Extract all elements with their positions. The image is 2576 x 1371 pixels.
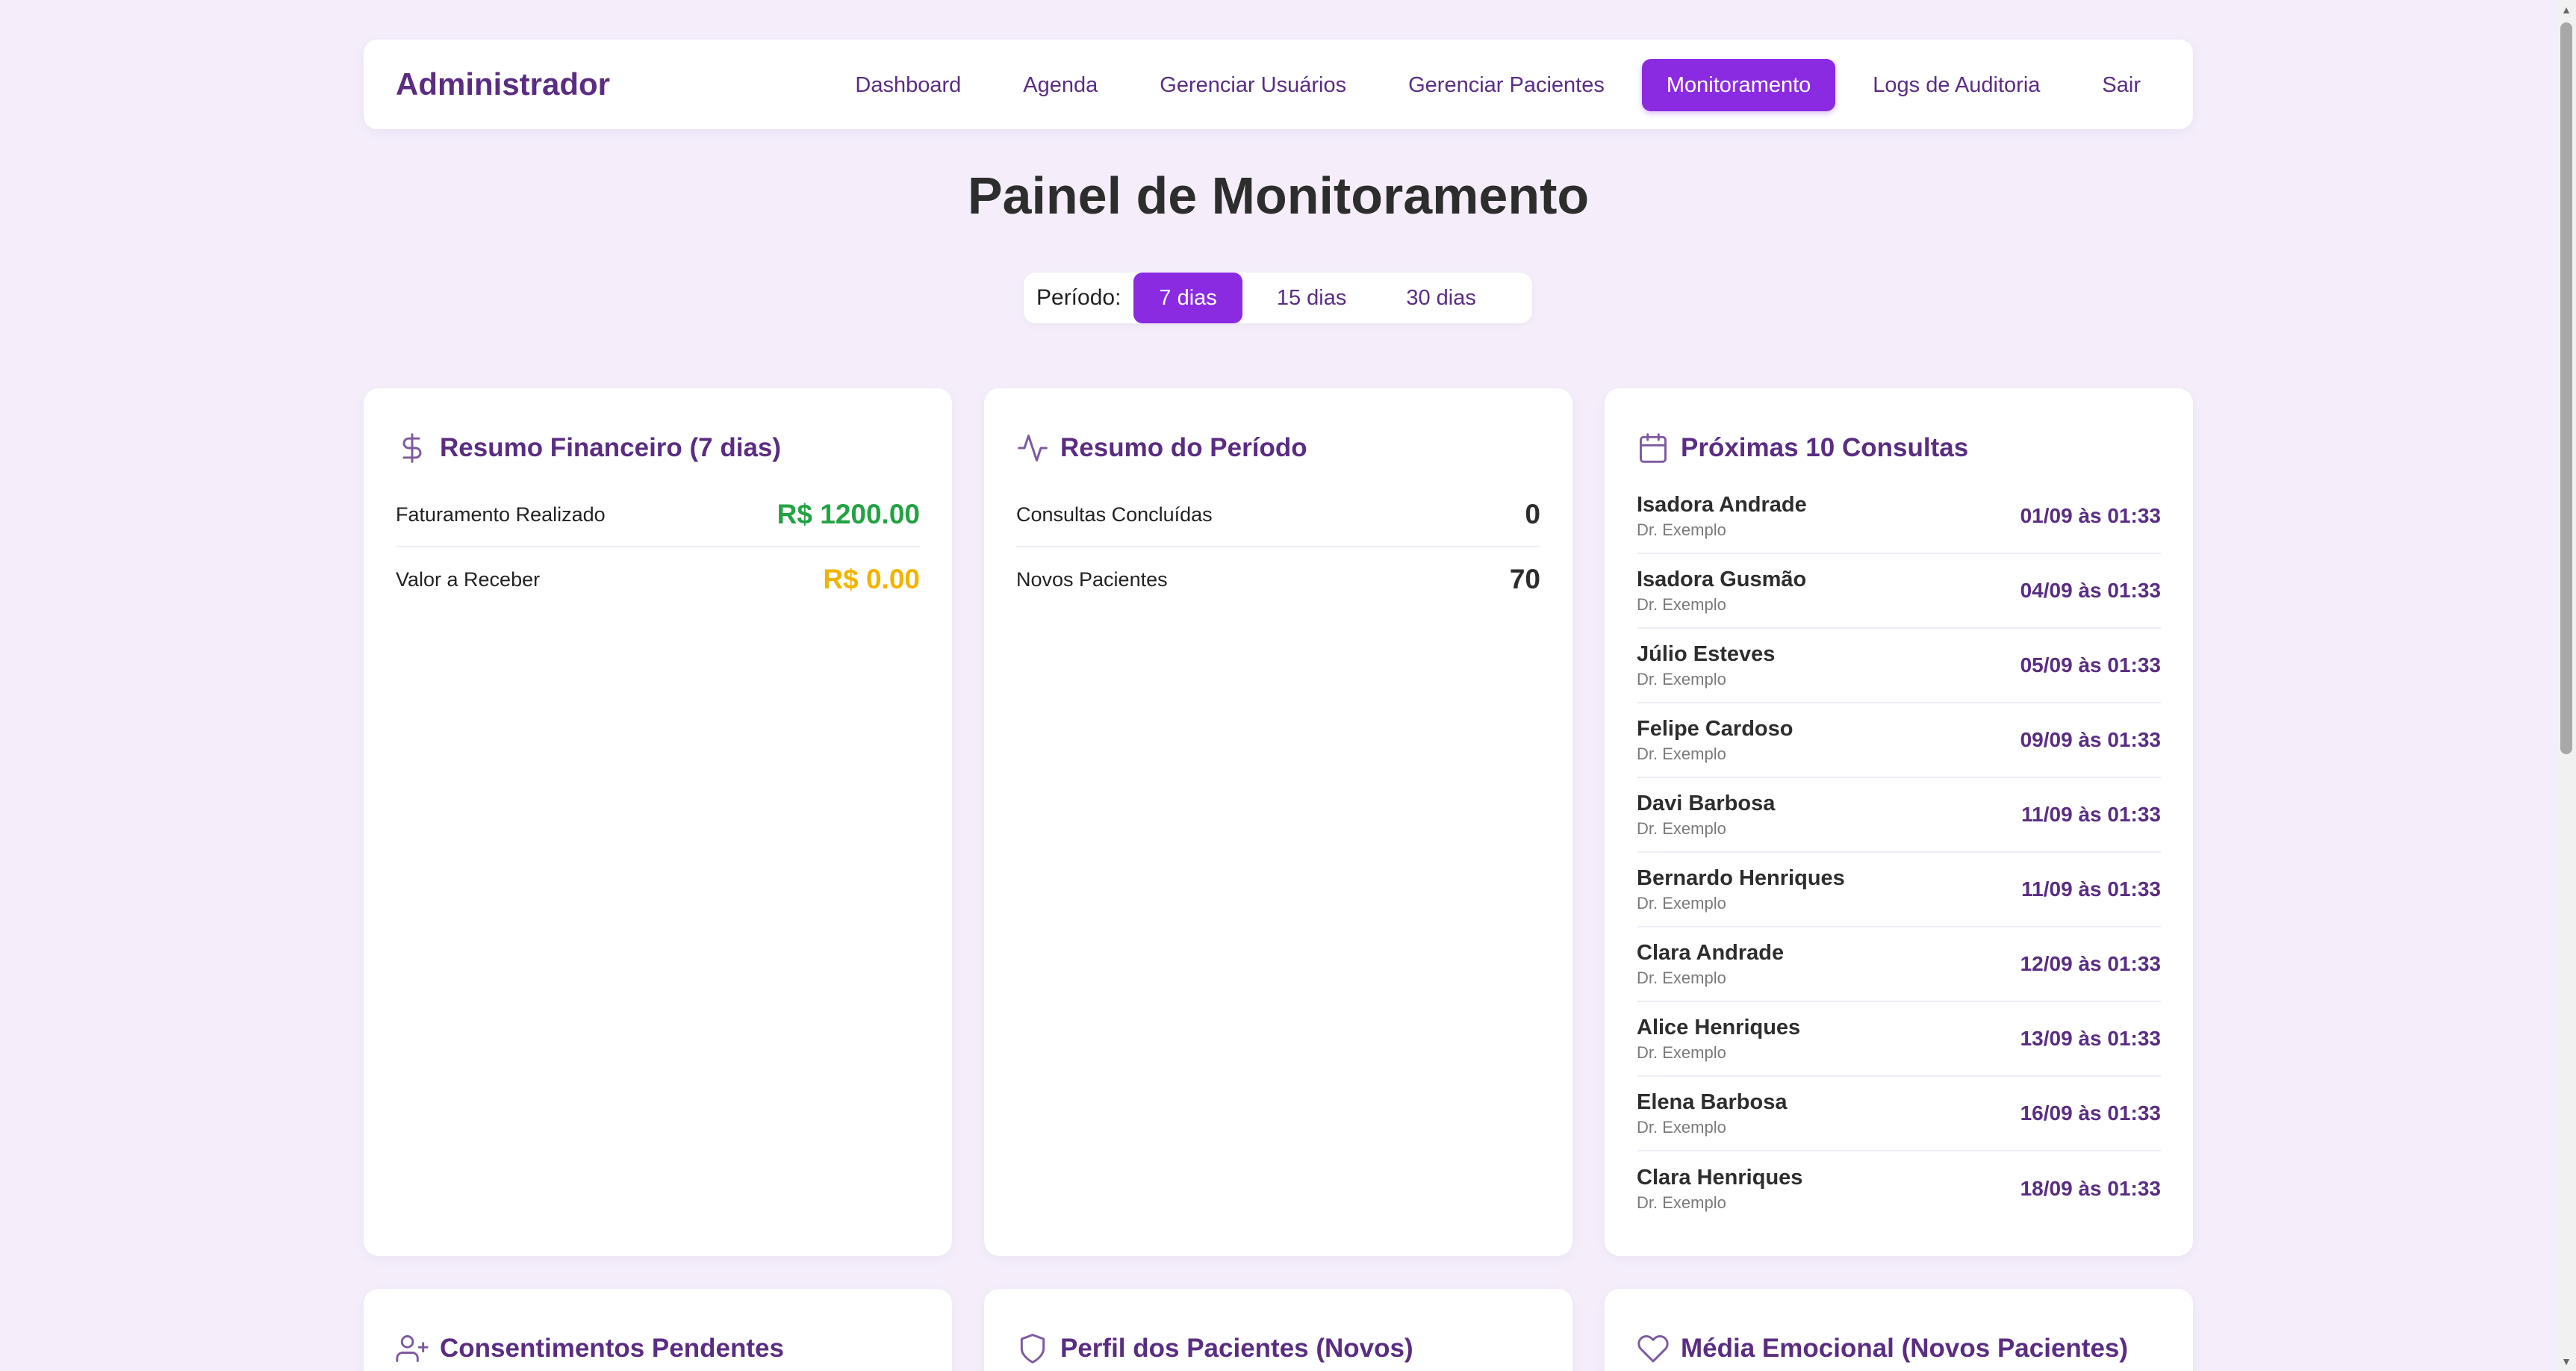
activity-icon	[1018, 435, 1048, 461]
emotional-average-card: Média Emocional (Novos Pacientes)	[1605, 1289, 2193, 1371]
appointment-row[interactable]: Isadora Andrade Dr. Exemplo 01/09 às 01:3…	[1637, 479, 2161, 554]
stat-label: Novos Pacientes	[1016, 568, 1168, 591]
scroll-down-arrow-icon[interactable]: ▼	[2557, 1352, 2576, 1371]
doctor-name: Dr. Exemplo	[1637, 818, 1726, 838]
nav-dashboard[interactable]: Dashboard	[830, 59, 986, 111]
card-title: Resumo do Período	[1060, 433, 1307, 462]
stat-list: Faturamento Realizado R$ 1200.00 Valor a…	[396, 483, 920, 612]
patient-name: Clara Andrade	[1637, 940, 1785, 965]
dollar-icon	[402, 433, 422, 463]
page-title: Painel de Monitoramento	[967, 167, 1590, 225]
doctor-name: Dr. Exemplo	[1637, 1042, 1726, 1062]
heart-icon	[1637, 1335, 1669, 1363]
stat-label: Consultas Concluídas	[1016, 503, 1213, 526]
pending-consents-card: Consentimentos Pendentes	[364, 1289, 952, 1371]
period-summary-card: Resumo do Período Consultas Concluídas 0…	[984, 388, 1572, 1256]
appointment-row[interactable]: Bernardo Henriques Dr. Exemplo 11/09 às 0…	[1637, 853, 2161, 927]
appointment-date: 11/09 às 01:33	[2021, 877, 2161, 901]
card-title: Média Emocional (Novos Pacientes)	[1681, 1334, 2129, 1363]
appointment-row[interactable]: Clara Andrade Dr. Exemplo 12/09 às 01:33	[1637, 927, 2161, 1002]
stat-label: Faturamento Realizado	[396, 503, 606, 526]
top-navbar: Administrador Dashboard Agenda Gerenciar…	[364, 40, 2193, 129]
stat-row: Faturamento Realizado R$ 1200.00	[396, 483, 920, 547]
appointment-row[interactable]: Felipe Cardoso Dr. Exemplo 09/09 às 01:33	[1637, 703, 2161, 778]
upcoming-appointments-card: Próximas 10 Consultas Isadora Andrade Dr.…	[1605, 388, 2193, 1256]
stat-label: Valor a Receber	[396, 568, 541, 591]
patient-name: Alice Henriques	[1637, 1015, 1801, 1039]
period-7-days-button[interactable]: 7 dias	[1133, 273, 1242, 323]
appointment-date: 18/09 às 01:33	[2020, 1177, 2161, 1200]
period-selector: Período: 7 dias 15 dias 30 dias	[1024, 273, 1532, 323]
appointment-date: 09/09 às 01:33	[2020, 728, 2161, 751]
doctor-name: Dr. Exemplo	[1637, 1193, 1726, 1212]
nav-gerenciar-pacientes[interactable]: Gerenciar Pacientes	[1384, 59, 1629, 111]
patient-name: Bernardo Henriques	[1637, 865, 1845, 890]
appointment-date: 05/09 às 01:33	[2020, 653, 2161, 677]
appointment-date: 13/09 às 01:33	[2020, 1027, 2161, 1050]
nav-gerenciar-usuarios[interactable]: Gerenciar Usuários	[1135, 59, 1371, 111]
appointment-row[interactable]: Davi Barbosa Dr. Exemplo 11/09 às 01:33	[1637, 778, 2161, 853]
appointment-row[interactable]: Clara Henriques Dr. Exemplo 18/09 às 01:3…	[1637, 1151, 2161, 1226]
doctor-name: Dr. Exemplo	[1637, 893, 1726, 913]
appointment-date: 16/09 às 01:33	[2020, 1101, 2161, 1125]
financial-summary-card: Resumo Financeiro (7 dias) Faturamento R…	[364, 388, 952, 1256]
scrollbar-thumb[interactable]	[2560, 22, 2572, 754]
nav-monitoramento[interactable]: Monitoramento	[1641, 59, 1836, 111]
card-header: Resumo do Período	[1016, 424, 1540, 472]
patient-name: Clara Henriques	[1637, 1165, 1803, 1190]
stat-row: Novos Pacientes 70	[1016, 547, 1540, 612]
card-title: Próximas 10 Consultas	[1681, 433, 1969, 462]
user-plus-icon	[396, 1335, 429, 1362]
vertical-scrollbar[interactable]: ▲ ▼	[2557, 0, 2576, 1371]
patient-name: Júlio Esteves	[1637, 641, 1776, 666]
period-15-days-button[interactable]: 15 dias	[1251, 273, 1372, 323]
shield-icon	[1020, 1334, 1045, 1364]
patient-name: Isadora Andrade	[1637, 492, 1807, 517]
doctor-name: Dr. Exemplo	[1637, 520, 1726, 539]
card-header: Próximas 10 Consultas	[1637, 424, 2161, 472]
card-header: Resumo Financeiro (7 dias)	[396, 424, 920, 472]
card-title: Resumo Financeiro (7 dias)	[440, 433, 782, 462]
patient-profile-card: Perfil dos Pacientes (Novos)	[984, 1289, 1572, 1371]
scroll-up-arrow-icon[interactable]: ▲	[2557, 0, 2576, 19]
card-title: Consentimentos Pendentes	[440, 1334, 784, 1363]
doctor-name: Dr. Exemplo	[1637, 594, 1726, 614]
stat-value: 0	[1525, 499, 1540, 529]
appointment-row[interactable]: Júlio Esteves Dr. Exemplo 05/09 às 01:33	[1637, 629, 2161, 703]
nav-logs-auditoria[interactable]: Logs de Auditoria	[1848, 59, 2065, 111]
brand-title: Administrador	[396, 66, 611, 102]
patient-name: Felipe Cardoso	[1637, 716, 1793, 741]
period-30-days-button[interactable]: 30 dias	[1381, 273, 1502, 323]
calendar-icon	[1640, 433, 1667, 463]
period-label: Período:	[1036, 285, 1121, 310]
card-header: Perfil dos Pacientes (Novos)	[1016, 1325, 1540, 1371]
stat-value: R$ 0.00	[823, 564, 920, 594]
card-header: Consentimentos Pendentes	[396, 1325, 920, 1371]
appointment-row[interactable]: Isadora Gusmão Dr. Exemplo 04/09 às 01:33	[1637, 554, 2161, 629]
nav-sair[interactable]: Sair	[2077, 59, 2165, 111]
appointment-date: 01/09 às 01:33	[2020, 504, 2161, 527]
stat-value: R$ 1200.00	[777, 499, 920, 529]
appointment-row[interactable]: Elena Barbosa Dr. Exemplo 16/09 às 01:33	[1637, 1077, 2161, 1151]
nav-agenda[interactable]: Agenda	[998, 59, 1122, 111]
card-header: Média Emocional (Novos Pacientes)	[1637, 1325, 2161, 1371]
stat-list: Consultas Concluídas 0 Novos Pacientes 7…	[1016, 483, 1540, 612]
patient-name: Elena Barbosa	[1637, 1089, 1788, 1114]
appointment-row[interactable]: Alice Henriques Dr. Exemplo 13/09 às 01:3…	[1637, 1002, 2161, 1077]
patient-name: Isadora Gusmão	[1637, 567, 1807, 591]
doctor-name: Dr. Exemplo	[1637, 669, 1726, 688]
doctor-name: Dr. Exemplo	[1637, 968, 1726, 987]
appointment-date: 11/09 às 01:33	[2021, 803, 2161, 826]
doctor-name: Dr. Exemplo	[1637, 1117, 1726, 1137]
stat-row: Valor a Receber R$ 0.00	[396, 547, 920, 612]
stat-value: 70	[1509, 564, 1540, 594]
appointment-date: 04/09 às 01:33	[2020, 579, 2161, 602]
nav-links: Dashboard Agenda Gerenciar Usuários Gere…	[818, 59, 2165, 111]
appointment-list: Isadora Andrade Dr. Exemplo 01/09 às 01:3…	[1637, 479, 2161, 1226]
card-title: Perfil dos Pacientes (Novos)	[1060, 1334, 1413, 1363]
stat-row: Consultas Concluídas 0	[1016, 483, 1540, 547]
patient-name: Davi Barbosa	[1637, 791, 1776, 815]
appointment-date: 12/09 às 01:33	[2020, 952, 2161, 975]
doctor-name: Dr. Exemplo	[1637, 744, 1726, 763]
